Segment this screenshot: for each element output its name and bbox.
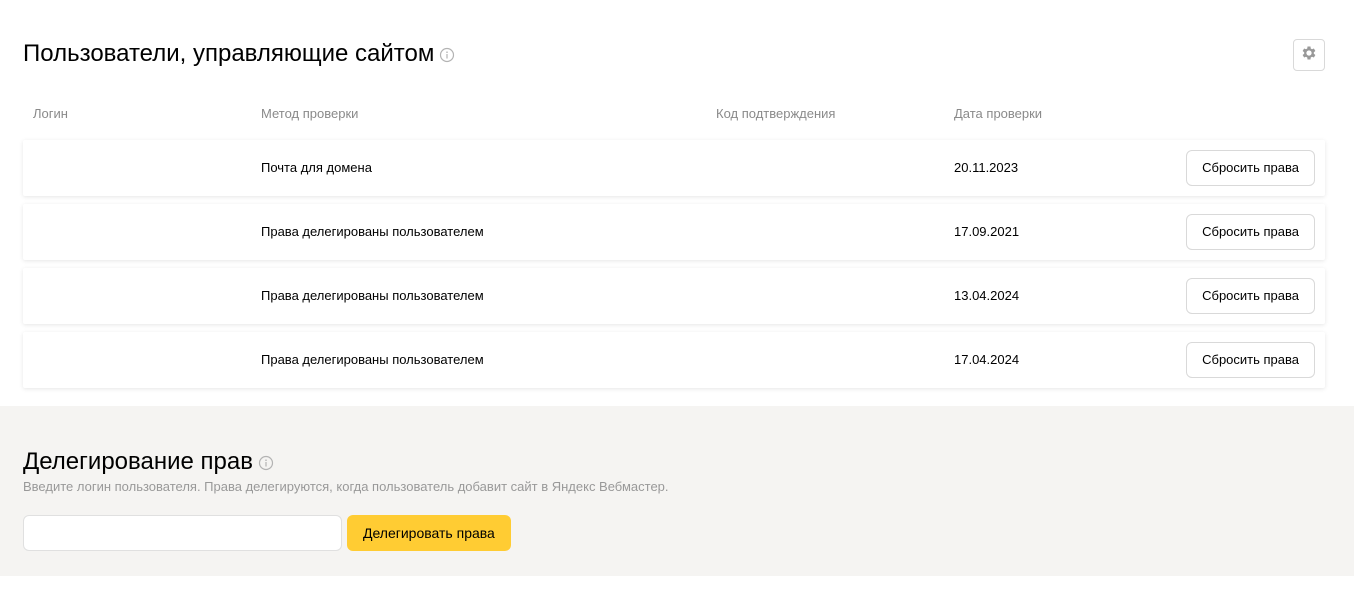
reset-rights-button[interactable]: Сбросить права	[1186, 278, 1315, 314]
row-date: 20.11.2023	[954, 160, 1019, 175]
column-header-login: Логин	[33, 106, 68, 121]
delegation-title-row: Делегирование прав	[23, 448, 274, 476]
users-title-row: Пользователи, управляющие сайтом	[23, 40, 455, 68]
info-icon[interactable]	[439, 47, 455, 63]
row-date: 13.04.2024	[954, 288, 1020, 303]
table-row: Почта для домена 20.11.2023 Сбросить пра…	[23, 140, 1325, 196]
table-header: Логин Метод проверки Код подтверждения Д…	[23, 106, 1325, 124]
page-title: Пользователи, управляющие сайтом	[23, 40, 435, 67]
column-header-date: Дата проверки	[954, 106, 1043, 121]
settings-button[interactable]	[1293, 39, 1325, 71]
delegate-rights-button[interactable]: Делегировать права	[347, 515, 511, 551]
column-header-code: Код подтверждения	[716, 106, 836, 121]
table-row: Права делегированы пользователем 17.09.2…	[23, 204, 1325, 260]
reset-rights-button[interactable]: Сбросить права	[1186, 150, 1315, 186]
delegation-hint: Введите логин пользователя. Права делеги…	[23, 479, 669, 494]
login-input[interactable]	[23, 515, 342, 551]
delegation-section: Делегирование прав Введите логин пользов…	[0, 406, 1354, 576]
row-method: Права делегированы пользователем	[261, 352, 484, 367]
row-date: 17.04.2024	[954, 352, 1020, 367]
column-header-method: Метод проверки	[261, 106, 359, 121]
users-section: Пользователи, управляющие сайтом Логин М…	[0, 0, 1354, 406]
gear-icon	[1300, 44, 1318, 67]
table-row: Права делегированы пользователем 17.04.2…	[23, 332, 1325, 388]
row-method: Права делегированы пользователем	[261, 288, 484, 303]
reset-rights-button[interactable]: Сбросить права	[1186, 342, 1315, 378]
table-row: Права делегированы пользователем 13.04.2…	[23, 268, 1325, 324]
reset-rights-button[interactable]: Сбросить права	[1186, 214, 1315, 250]
row-method: Права делегированы пользователем	[261, 224, 484, 239]
delegation-title: Делегирование прав	[23, 448, 253, 475]
info-icon[interactable]	[258, 455, 274, 471]
row-method: Почта для домена	[261, 160, 372, 175]
row-date: 17.09.2021	[954, 224, 1020, 239]
